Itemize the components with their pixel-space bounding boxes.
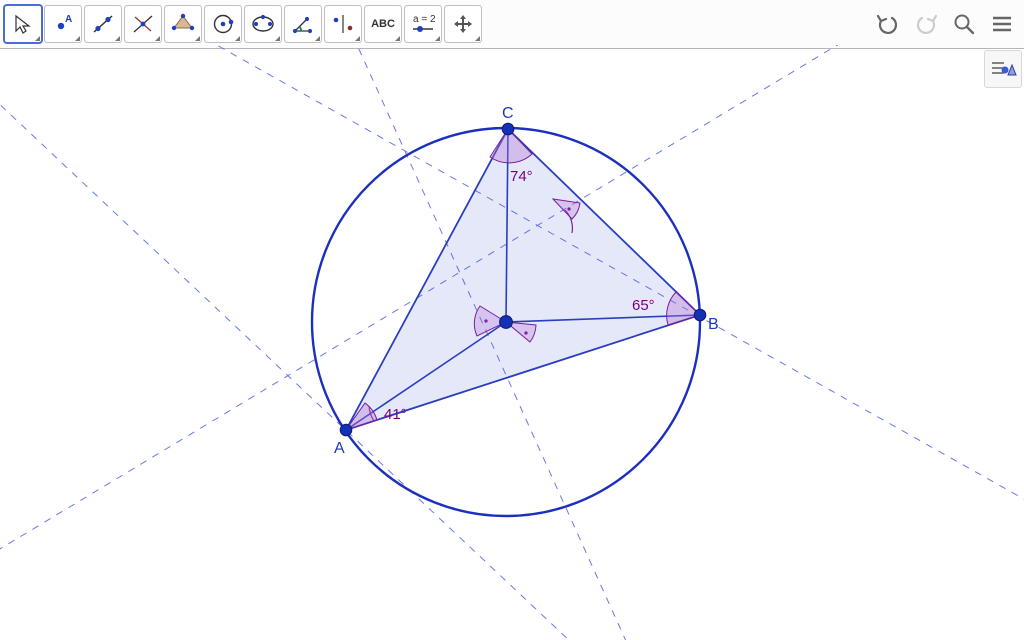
point-c[interactable] <box>502 123 514 135</box>
label-b: B <box>708 316 719 333</box>
geometry-canvas[interactable]: 41° 65° 74° A B C <box>0 45 1024 640</box>
label-c: C <box>502 105 514 122</box>
tool-slider[interactable]: a = 2 <box>404 5 442 43</box>
tool-point[interactable]: A <box>44 5 82 43</box>
point-b[interactable] <box>694 309 706 321</box>
redo-button <box>908 6 944 42</box>
tool-circle-center[interactable] <box>204 5 242 43</box>
tool-angle[interactable] <box>284 5 322 43</box>
svg-text:A: A <box>65 14 72 25</box>
slider-tool-label: a = 2 <box>413 14 436 25</box>
angle-arc-b <box>667 292 700 325</box>
label-a: A <box>334 440 345 457</box>
toolbar: A ABC a = 2 <box>0 0 1024 49</box>
dashed-line-1 <box>0 67 760 640</box>
search-button[interactable] <box>946 6 982 42</box>
angle-label-b: 65° <box>632 297 655 314</box>
angle-label-c: 74° <box>510 168 533 185</box>
angle-label-a: 41° <box>384 406 407 423</box>
point-a[interactable] <box>340 424 352 436</box>
tool-move[interactable] <box>4 5 42 43</box>
undo-button[interactable] <box>870 6 906 42</box>
point-center[interactable] <box>500 316 513 329</box>
tool-line[interactable] <box>84 5 122 43</box>
tool-move-view[interactable] <box>444 5 482 43</box>
tool-reflect[interactable] <box>324 5 362 43</box>
tool-text[interactable]: ABC <box>364 5 402 43</box>
tool-ellipse[interactable] <box>244 5 282 43</box>
text-tool-label: ABC <box>371 18 395 30</box>
tool-perpendicular[interactable] <box>124 5 162 43</box>
menu-button[interactable] <box>984 6 1020 42</box>
tool-polygon[interactable] <box>164 5 202 43</box>
